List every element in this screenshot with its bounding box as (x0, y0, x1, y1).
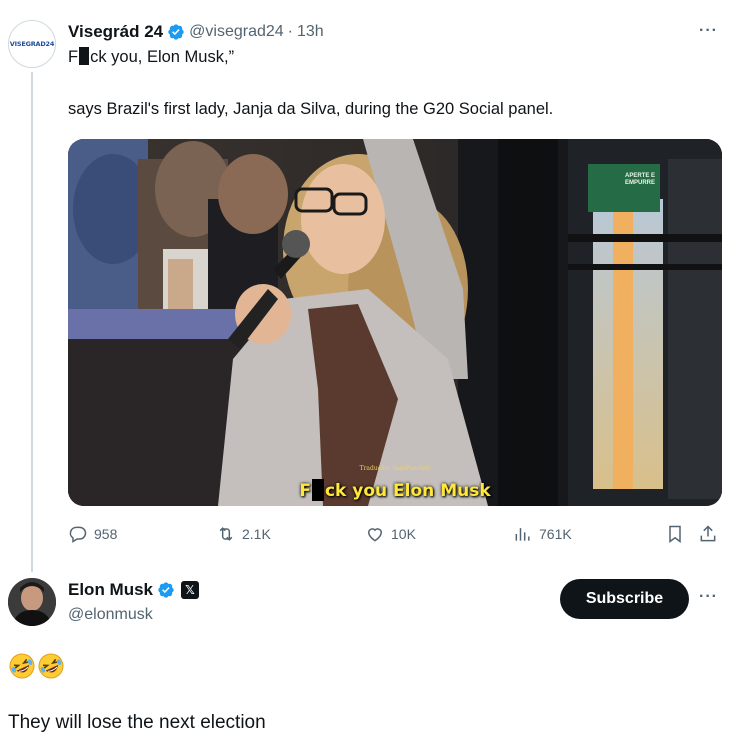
tweet1-text-line1: Fck you, Elon Musk,” (68, 47, 234, 67)
tweet1-text-line2: says Brazil's first lady, Janja da Silva… (68, 100, 554, 118)
subtitle-suffix: ck you Elon Musk (324, 481, 491, 501)
repost-button[interactable]: 2.1K (216, 524, 271, 544)
emoji-row (8, 652, 65, 680)
reply-button[interactable]: 958 (68, 524, 117, 544)
heart-icon (367, 528, 383, 542)
video-frame-illustration (68, 139, 722, 506)
censor-block (79, 47, 90, 65)
repost-count: 2.1K (242, 526, 271, 542)
like-button[interactable]: 10K (365, 524, 416, 544)
author-name[interactable]: Elon Musk (68, 580, 153, 600)
translation-credit: Tradução: SamPancher (359, 465, 431, 472)
reply-count: 958 (94, 526, 118, 542)
x-affiliate-badge-icon[interactable]: 𝕏 (181, 581, 200, 599)
subtitle-prefix: F (299, 481, 311, 501)
separator-dot: · (287, 23, 293, 40)
tweet-time[interactable]: 13h (297, 23, 324, 41)
subtitle-censor-block (311, 479, 324, 501)
tweet1-action-bar: 958 2.1K 10K 761K (68, 524, 722, 548)
more-options-icon[interactable]: ··· (699, 22, 718, 40)
tweet1-header: Visegrád 24 @visegrad24 · 13h (68, 20, 324, 44)
exit-sign-text: APERTE E EMPURRE (624, 173, 655, 186)
views-button[interactable]: 761K (513, 524, 572, 544)
reply-icon (69, 526, 87, 543)
author-handle[interactable]: @elonmusk (68, 606, 153, 624)
author-handle[interactable]: @visegrad24 (189, 23, 284, 41)
views-count: 761K (539, 526, 572, 542)
repost-icon (219, 527, 233, 541)
rolling-on-floor-laughing-icon (38, 653, 64, 679)
share-icon (700, 525, 716, 542)
tweet-thread: VISEGRAD24 Visegrád 24 @visegrad24 · 13h… (0, 0, 732, 752)
tweet1-text-suffix: ck you, Elon Musk,” (90, 48, 235, 66)
bookmark-button[interactable] (665, 524, 685, 544)
avatar-photo (8, 578, 56, 626)
visegrad-avatar[interactable]: VISEGRAD24 (8, 20, 56, 68)
bookmark-icon (669, 525, 681, 543)
tweet2-header: Elon Musk 𝕏 (68, 580, 200, 600)
tweet1-text-prefix: F (68, 48, 79, 66)
tweet-video[interactable]: APERTE E EMPURRE Tradução: SamPancher Fc… (68, 139, 722, 506)
tweet2-text: They will lose the next election (8, 712, 266, 733)
video-subtitle: Fck you Elon Musk (68, 479, 722, 501)
elon-avatar[interactable] (8, 578, 56, 626)
share-button[interactable] (698, 524, 718, 544)
more-options-icon[interactable]: ··· (699, 588, 718, 606)
thread-connector-line (31, 72, 33, 572)
rolling-on-floor-laughing-icon (9, 653, 35, 679)
verified-badge-icon (158, 582, 174, 598)
subscribe-button[interactable]: Subscribe (560, 579, 689, 619)
views-chart-icon (515, 528, 530, 541)
like-count: 10K (391, 526, 416, 542)
avatar-logo-text: VISEGRAD24 (9, 40, 55, 48)
verified-badge-icon (168, 24, 184, 40)
author-name[interactable]: Visegrád 24 (68, 22, 163, 42)
